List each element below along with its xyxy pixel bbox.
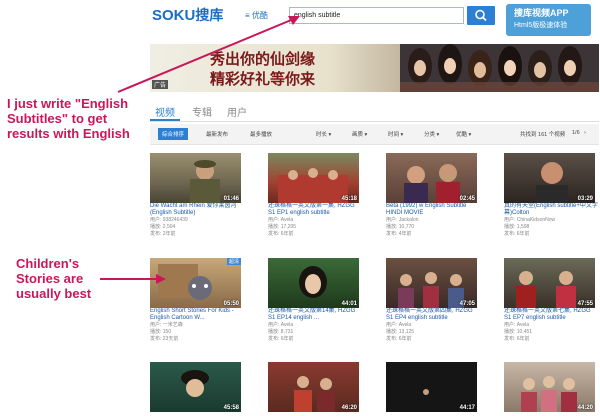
arrow-head-icon [156, 274, 166, 284]
annotation-arrows [100, 16, 300, 284]
arrow-to-search [117, 17, 297, 93]
annotation-children-tip: Children's Stories are usually best [16, 256, 92, 301]
annotation-search-tip: I just write "English Subtitles" to get … [7, 96, 130, 141]
